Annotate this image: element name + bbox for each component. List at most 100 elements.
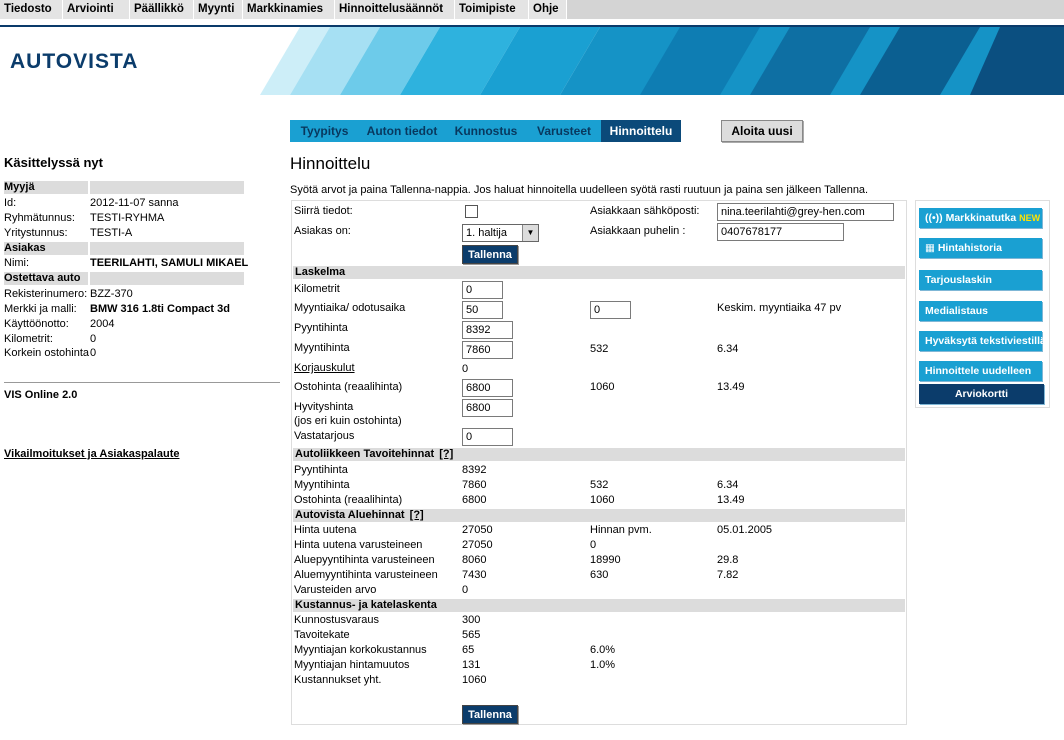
asiakas-on-select[interactable]: 1. haltija ▼	[462, 224, 539, 242]
tab-kunnostus[interactable]: Kunnostus	[445, 120, 527, 142]
email-label: Asiakkaan sähköposti:	[590, 205, 700, 217]
reg-value: BZZ-370	[90, 288, 133, 300]
keskim-myyntiaika-text: Keskim. myyntiaika 47 pv	[717, 302, 842, 314]
myyntihinta-input[interactable]: 7860	[462, 341, 513, 359]
tavoitehinnat-section-header: Autoliikkeen Tavoitehinnat [?]	[293, 448, 905, 461]
tavoite-osto-diff: 1060	[590, 494, 615, 506]
save-button-bottom[interactable]: Tallenna	[462, 705, 518, 724]
varusteet-arvo-label: Varusteiden arvo	[294, 584, 377, 596]
menu-markkinamies[interactable]: Markkinamies	[243, 0, 335, 19]
left-panel-heading: Käsittelyssä nyt	[4, 155, 103, 170]
myyja-id-value: 2012-11-07 sanna	[90, 197, 179, 209]
menu-hinnoittelusaannot[interactable]: Hinnoittelusäännöt	[335, 0, 455, 19]
aluemyynti-b: 630	[590, 569, 609, 581]
phone-label: Asiakkaan puhelin :	[590, 225, 686, 237]
medialistaus-button[interactable]: Medialistaus	[919, 301, 1042, 321]
email-field[interactable]: nina.teerilahti@grey-hen.com	[717, 203, 894, 221]
korjauskulut-value: 0	[462, 363, 469, 375]
uutena-value: 27050	[462, 524, 493, 536]
markkinatutka-label: Markkinatutka	[945, 212, 1017, 224]
model-value: BMW 316 1.8ti Compact 3d	[90, 303, 230, 315]
feedback-link[interactable]: Vikailmoitukset ja Asiakaspalaute	[4, 448, 179, 460]
aluepyynti-value: 8060	[462, 554, 487, 566]
menu-tiedosto[interactable]: Tiedosto	[0, 0, 63, 19]
vastatarjous-input[interactable]: 0	[462, 428, 513, 446]
tavoite-myynti-label: Myyntihinta	[294, 479, 350, 491]
menu-arviointi[interactable]: Arviointi	[63, 0, 130, 19]
tavoite-myynti-pct: 6.34	[717, 479, 739, 491]
aluemyynti-label: Aluemyyntihinta varusteineen	[294, 569, 438, 581]
aluepyynti-c: 29.8	[717, 554, 739, 566]
ostohinta-input[interactable]: 6800	[462, 379, 513, 397]
tarjouslaskin-button[interactable]: Tarjouslaskin	[919, 270, 1042, 290]
tab-auton-tiedot[interactable]: Auton tiedot	[359, 120, 445, 142]
year-value: 2004	[90, 318, 115, 330]
tavoite-pyynti-label: Pyyntihinta	[294, 464, 348, 476]
phone-field[interactable]: 0407678177	[717, 223, 844, 241]
tavoite-help-link[interactable]: [?]	[439, 448, 453, 460]
tab-varusteet[interactable]: Varusteet	[527, 120, 601, 142]
new-badge: NEW	[1019, 213, 1041, 223]
uutena-var-extra: 0	[590, 539, 597, 551]
customer-name-label: Nimi:	[4, 257, 30, 269]
myyntiaika-input[interactable]: 50	[462, 301, 503, 319]
max-price-value: 0	[90, 347, 97, 359]
hyvityshinta-label: Hyvityshinta	[294, 401, 354, 413]
menu-ohje[interactable]: Ohje	[529, 0, 567, 19]
arviokortti-button[interactable]: Arviokortti	[919, 384, 1044, 404]
asiakas-on-label: Asiakas on:	[294, 225, 351, 237]
markkinatutka-button[interactable]: ((•)) Markkinatutka NEW	[919, 208, 1042, 228]
myyntiaika-label: Myyntiaika/ odotusaika	[294, 302, 406, 314]
company-value: TESTI-A	[90, 227, 133, 239]
vastatarjous-label: Vastatarjous	[294, 430, 355, 442]
kustannukset-yht-value: 1060	[462, 674, 487, 686]
myyntihinta-diff: 532	[590, 343, 609, 355]
hinnoittele-uudelleen-button[interactable]: Hinnoittele uudelleen	[919, 361, 1042, 381]
uutena-var-label: Hinta uutena varusteineen	[294, 539, 423, 551]
uutena-var-value: 27050	[462, 539, 493, 551]
uutena-label: Hinta uutena	[294, 524, 357, 536]
hintahistoria-label: Hintahistoria	[937, 242, 1003, 254]
menu-myynti[interactable]: Myynti	[194, 0, 243, 19]
top-menu-bar: Tiedosto Arviointi Päällikkö Myynti Mark…	[0, 0, 1064, 20]
group-value: TESTI-RYHMA	[90, 212, 165, 224]
odotusaika-input[interactable]: 0	[590, 301, 631, 319]
alue-help-link[interactable]: [?]	[410, 509, 424, 521]
year-label: Käyttöönotto:	[4, 318, 69, 330]
menu-toimipiste[interactable]: Toimipiste	[455, 0, 529, 19]
kunnostus-value: 300	[462, 614, 481, 626]
tavoite-myynti-value: 7860	[462, 479, 487, 491]
menu-paallikko[interactable]: Päällikkö	[130, 0, 194, 19]
company-label: Yritystunnus:	[4, 227, 68, 239]
myyja-section-header: Myyjä	[4, 181, 244, 194]
hyvityshinta-input[interactable]: 6800	[462, 399, 513, 417]
header-banner	[0, 20, 1064, 95]
pvm-label: Hinnan pvm.	[590, 524, 652, 536]
page-title: Hinnoittelu	[290, 154, 371, 173]
radar-icon: ((•))	[925, 212, 943, 224]
asiakas-section-header: Asiakas	[4, 242, 244, 255]
kilometrit-label: Kilometrit	[294, 283, 340, 295]
ostohinta-label: Ostohinta (reaalihinta)	[294, 381, 403, 393]
tavoite-osto-value: 6800	[462, 494, 487, 506]
km-value: 0	[90, 333, 97, 345]
hyvityshinta-sublabel: (jos eri kuin ostohinta)	[294, 415, 402, 427]
siirra-checkbox[interactable]	[465, 205, 478, 218]
korko-value: 65	[462, 644, 475, 656]
customer-name-value: TEERILAHTI, SAMULI MIKAEL	[90, 257, 249, 269]
hyvaksyta-button[interactable]: Hyväksytä tekstiviestillä	[919, 331, 1046, 351]
km-label: Kilometrit:	[4, 333, 53, 345]
korjauskulut-link[interactable]: Korjauskulut	[294, 362, 355, 375]
aloita-uusi-button[interactable]: Aloita uusi	[721, 120, 803, 142]
hintahistoria-button[interactable]: ▦ Hintahistoria	[919, 238, 1042, 258]
tab-hinnoittelu[interactable]: Hinnoittelu	[601, 120, 681, 142]
save-button-top[interactable]: Tallenna	[462, 245, 518, 264]
aluehinnat-section-header: Autovista Aluehinnat [?]	[293, 509, 905, 522]
asiakas-on-value: 1. haltija	[466, 227, 507, 239]
auto-section-header: Ostettava auto	[4, 272, 244, 285]
pyyntihinta-input[interactable]: 8392	[462, 321, 513, 339]
left-divider	[4, 382, 280, 383]
tab-tyypitys[interactable]: Tyypitys	[290, 120, 359, 142]
pvm-value: 05.01.2005	[717, 524, 773, 536]
kilometrit-input[interactable]: 0	[462, 281, 503, 299]
